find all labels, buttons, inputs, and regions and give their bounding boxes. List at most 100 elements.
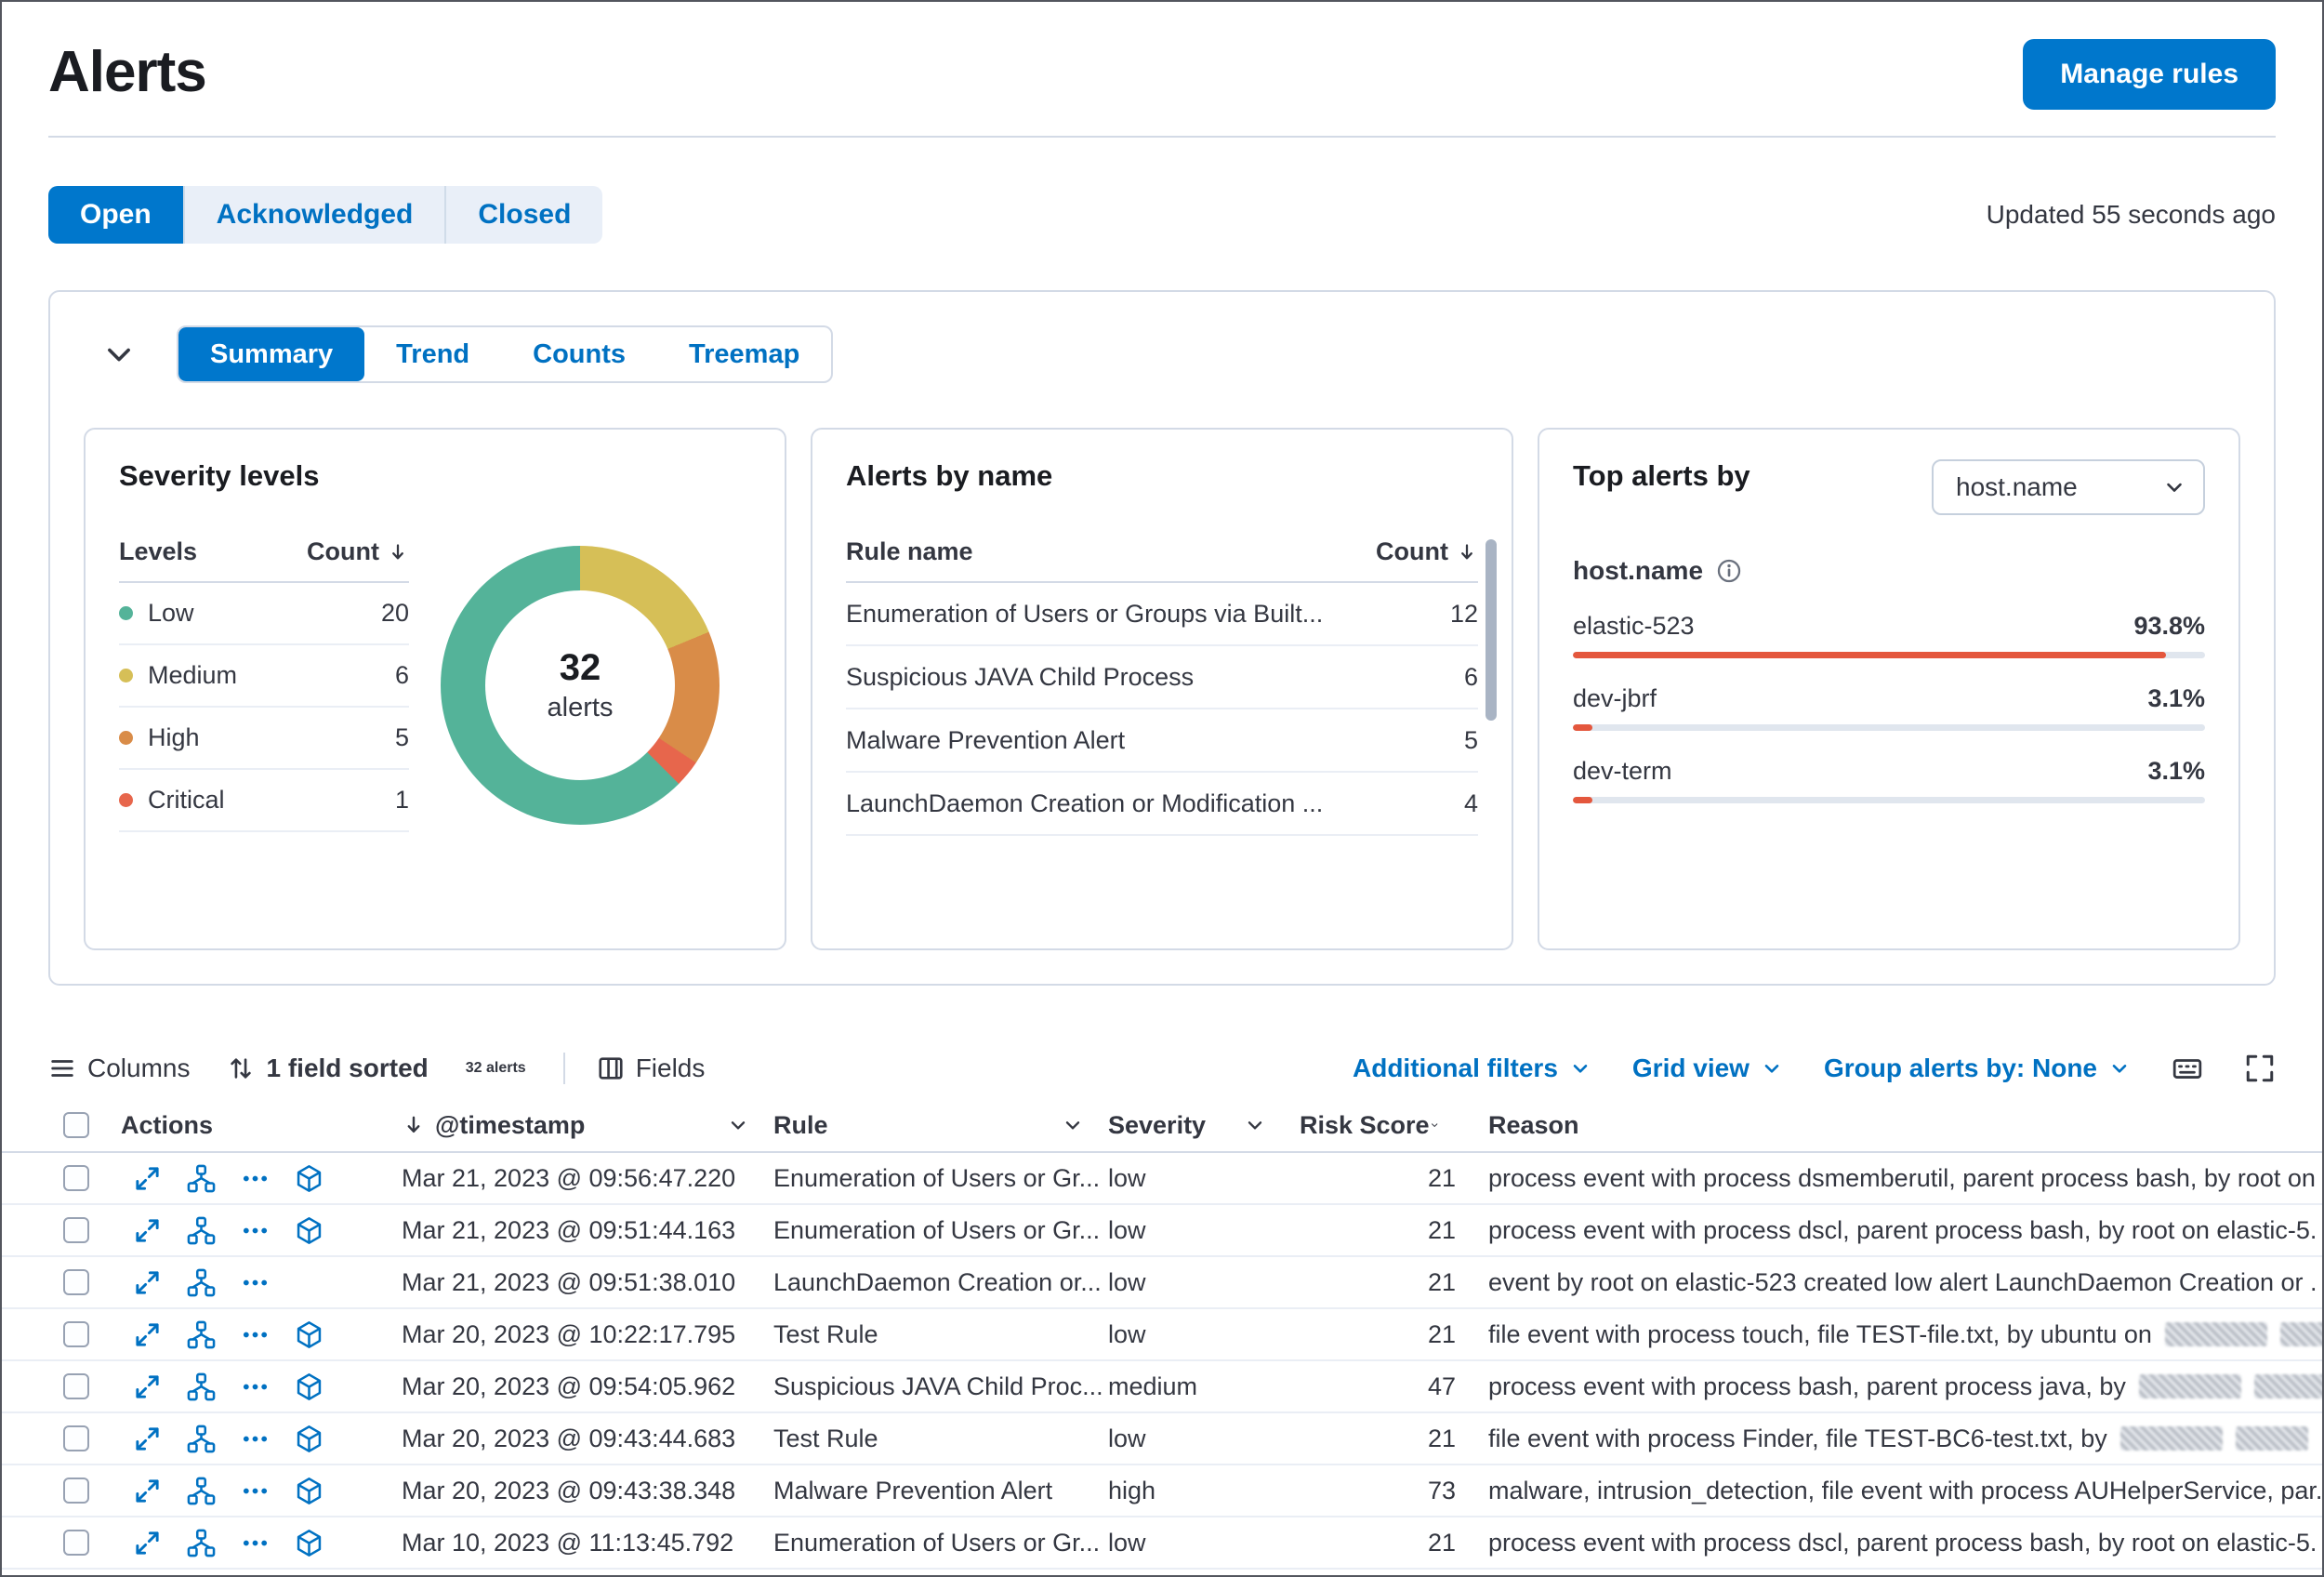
top-alert-row[interactable]: dev-jbrf 3.1%	[1573, 684, 2205, 731]
expand-alert-icon[interactable]	[133, 1372, 162, 1401]
cell-timestamp[interactable]: Mar 21, 2023 @ 09:51:38.010	[402, 1268, 773, 1297]
cell-severity[interactable]: high	[1108, 1477, 1290, 1505]
cell-risk-score[interactable]: 21	[1290, 1216, 1463, 1245]
expand-alert-icon[interactable]	[133, 1164, 162, 1193]
tab-counts[interactable]: Counts	[501, 327, 657, 381]
analyze-event-icon[interactable]	[295, 1320, 324, 1349]
cell-risk-score[interactable]: 21	[1290, 1164, 1463, 1193]
expand-alert-icon[interactable]	[133, 1320, 162, 1349]
row-checkbox[interactable]	[63, 1269, 89, 1295]
cell-timestamp[interactable]: Mar 20, 2023 @ 09:54:05.962	[402, 1372, 773, 1401]
top-alert-row[interactable]: dev-term 3.1%	[1573, 757, 2205, 803]
more-actions-icon[interactable]	[241, 1320, 270, 1349]
cell-reason[interactable]: file event with process Finder, file TES…	[1463, 1425, 2322, 1453]
select-all-checkbox[interactable]	[63, 1112, 89, 1138]
session-view-icon[interactable]	[187, 1320, 216, 1349]
rule-name-row[interactable]: Malware Prevention Alert 5	[846, 709, 1478, 773]
cell-severity[interactable]: medium	[1108, 1372, 1290, 1401]
more-actions-icon[interactable]	[241, 1529, 270, 1557]
cell-reason[interactable]: process event with process dsmemberutil,…	[1463, 1164, 2322, 1193]
cell-timestamp[interactable]: Mar 20, 2023 @ 09:43:44.683	[402, 1425, 773, 1453]
row-checkbox[interactable]	[63, 1478, 89, 1504]
cell-risk-score[interactable]: 21	[1290, 1268, 1463, 1297]
top-alert-row[interactable]: elastic-523 93.8%	[1573, 612, 2205, 658]
more-actions-icon[interactable]	[241, 1164, 270, 1193]
row-checkbox[interactable]	[63, 1321, 89, 1347]
fields-button[interactable]: Fields	[597, 1054, 705, 1083]
filter-closed-button[interactable]: Closed	[444, 186, 602, 244]
cell-risk-score[interactable]: 21	[1290, 1320, 1463, 1349]
severity-legend-row[interactable]: High 5	[119, 708, 409, 770]
session-view-icon[interactable]	[187, 1216, 216, 1245]
more-actions-icon[interactable]	[241, 1477, 270, 1505]
session-view-icon[interactable]	[187, 1529, 216, 1557]
cell-reason[interactable]: event by root on elastic-523 created low…	[1463, 1268, 2322, 1297]
cell-reason[interactable]: process event with process dscl, parent …	[1463, 1216, 2322, 1245]
more-actions-icon[interactable]	[241, 1268, 270, 1297]
expand-alert-icon[interactable]	[133, 1425, 162, 1453]
collapse-chevron-icon[interactable]	[102, 338, 136, 371]
column-menu-chevron-icon[interactable]	[1430, 1114, 1439, 1136]
analyze-event-icon[interactable]	[295, 1216, 324, 1245]
column-header-severity[interactable]: Severity	[1108, 1111, 1290, 1140]
tab-summary[interactable]: Summary	[178, 327, 365, 381]
analyze-event-icon[interactable]	[295, 1477, 324, 1505]
group-alerts-by-button[interactable]: Group alerts by: None	[1824, 1054, 2131, 1083]
column-header-timestamp[interactable]: @timestamp	[402, 1111, 773, 1140]
cell-timestamp[interactable]: Mar 10, 2023 @ 11:13:45.792	[402, 1529, 773, 1557]
cell-reason[interactable]: process event with process dscl, parent …	[1463, 1529, 2322, 1557]
expand-alert-icon[interactable]	[133, 1216, 162, 1245]
cell-severity[interactable]: low	[1108, 1425, 1290, 1453]
severity-legend-row[interactable]: Critical 1	[119, 770, 409, 832]
cell-rule[interactable]: Malware Prevention Alert	[773, 1477, 1108, 1505]
cell-rule[interactable]: Enumeration of Users or Gr...	[773, 1216, 1108, 1245]
scrollbar-thumb[interactable]	[1486, 539, 1497, 721]
column-header-rule[interactable]: Rule	[773, 1111, 1108, 1140]
cell-risk-score[interactable]: 73	[1290, 1477, 1463, 1505]
grid-view-button[interactable]: Grid view	[1632, 1054, 1783, 1083]
keyboard-shortcuts-button[interactable]	[2172, 1053, 2203, 1084]
cell-severity[interactable]: low	[1108, 1164, 1290, 1193]
fields-sorted-button[interactable]: 1 field sorted	[227, 1054, 429, 1083]
session-view-icon[interactable]	[187, 1372, 216, 1401]
expand-alert-icon[interactable]	[133, 1477, 162, 1505]
cell-rule[interactable]: Test Rule	[773, 1320, 1108, 1349]
column-menu-chevron-icon[interactable]	[727, 1114, 749, 1136]
cell-rule[interactable]: Enumeration of Users or Gr...	[773, 1529, 1108, 1557]
cell-rule[interactable]: Enumeration of Users or Gr...	[773, 1164, 1108, 1193]
row-checkbox[interactable]	[63, 1530, 89, 1556]
severity-legend-row[interactable]: Medium 6	[119, 645, 409, 708]
cell-timestamp[interactable]: Mar 20, 2023 @ 10:22:17.795	[402, 1320, 773, 1349]
fullscreen-button[interactable]	[2244, 1053, 2276, 1084]
cell-reason[interactable]: process event with process bash, parent …	[1463, 1372, 2322, 1401]
analyze-event-icon[interactable]	[295, 1164, 324, 1193]
cell-rule[interactable]: Suspicious JAVA Child Proc...	[773, 1372, 1108, 1401]
cell-severity[interactable]: low	[1108, 1216, 1290, 1245]
additional-filters-button[interactable]: Additional filters	[1353, 1054, 1591, 1083]
rule-name-row[interactable]: Suspicious JAVA Child Process 6	[846, 646, 1478, 709]
cell-risk-score[interactable]: 47	[1290, 1372, 1463, 1401]
analyze-event-icon[interactable]	[295, 1425, 324, 1453]
expand-alert-icon[interactable]	[133, 1268, 162, 1297]
tab-treemap[interactable]: Treemap	[657, 327, 831, 381]
cell-rule[interactable]: LaunchDaemon Creation or...	[773, 1268, 1108, 1297]
session-view-icon[interactable]	[187, 1268, 216, 1297]
row-checkbox[interactable]	[63, 1425, 89, 1451]
cell-severity[interactable]: low	[1108, 1320, 1290, 1349]
column-header-risk-score[interactable]: Risk Score	[1290, 1111, 1463, 1140]
rule-name-row[interactable]: Enumeration of Users or Groups via Built…	[846, 583, 1478, 646]
analyze-event-icon[interactable]	[295, 1529, 324, 1557]
column-menu-chevron-icon[interactable]	[1062, 1114, 1084, 1136]
more-actions-icon[interactable]	[241, 1216, 270, 1245]
cell-timestamp[interactable]: Mar 21, 2023 @ 09:51:44.163	[402, 1216, 773, 1245]
session-view-icon[interactable]	[187, 1425, 216, 1453]
row-checkbox[interactable]	[63, 1373, 89, 1399]
expand-alert-icon[interactable]	[133, 1529, 162, 1557]
filter-acknowledged-button[interactable]: Acknowledged	[182, 186, 445, 244]
column-menu-chevron-icon[interactable]	[1244, 1114, 1266, 1136]
more-actions-icon[interactable]	[241, 1425, 270, 1453]
cell-rule[interactable]: Test Rule	[773, 1425, 1108, 1453]
top-alerts-field-select[interactable]: host.name	[1932, 459, 2205, 515]
manage-rules-button[interactable]: Manage rules	[2023, 39, 2276, 110]
cell-risk-score[interactable]: 21	[1290, 1529, 1463, 1557]
